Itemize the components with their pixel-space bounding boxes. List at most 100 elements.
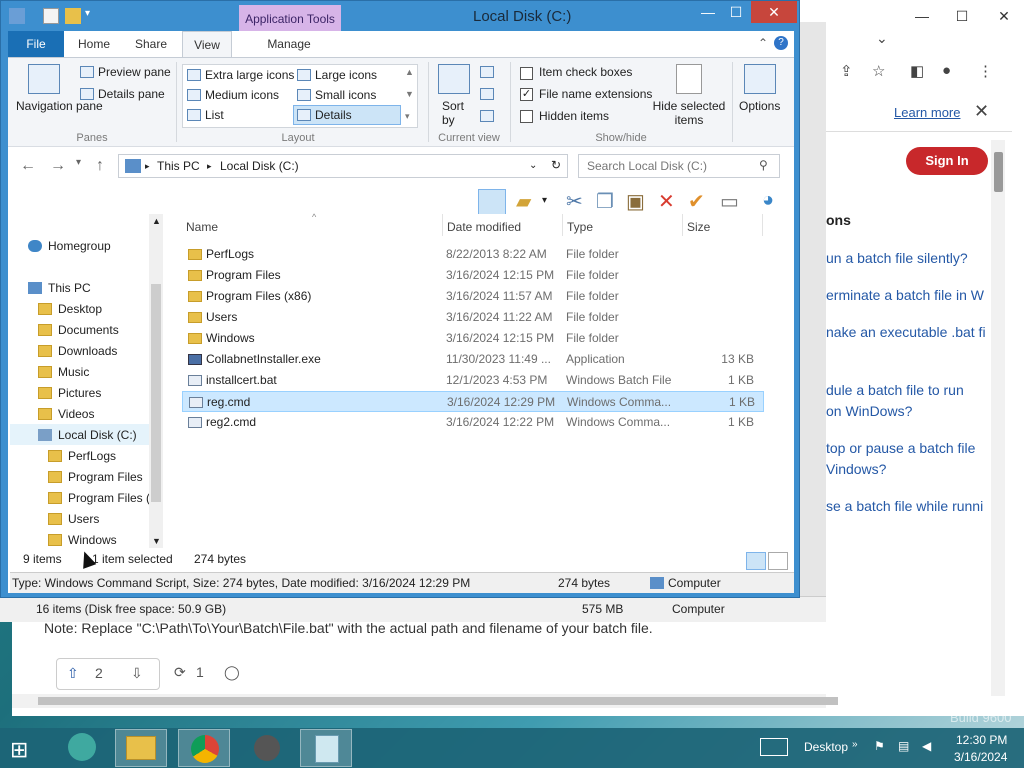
tab-file[interactable]: File [8, 31, 64, 57]
clock-time[interactable]: 12:30 PM [956, 733, 1007, 747]
navigation-pane-icon[interactable] [28, 64, 60, 94]
options-icon[interactable] [744, 64, 776, 94]
start-icon[interactable]: ⊞ [10, 737, 28, 763]
browser-minimize-button[interactable]: — [902, 8, 942, 28]
question-link[interactable]: se a batch file while runni [826, 496, 992, 517]
share-icon[interactable]: ⇪ [840, 62, 853, 80]
question-link[interactable]: nake an executable .bat fi [826, 322, 992, 343]
new-folder-icon[interactable] [65, 8, 81, 24]
nav-documents[interactable]: Documents [38, 320, 119, 340]
tab-dropdown-icon[interactable]: ⌄ [876, 30, 888, 47]
taskbar-app[interactable] [240, 729, 292, 767]
nav-desktop[interactable]: Desktop [38, 299, 102, 319]
sign-in-button[interactable]: Sign In [906, 147, 988, 175]
options-button[interactable]: Options [739, 99, 780, 113]
nav-homegroup[interactable]: Homegroup [28, 236, 111, 256]
nav-downloads[interactable]: Downloads [38, 341, 117, 361]
column-date-modified[interactable]: Date modified [447, 220, 521, 234]
checkmark-icon[interactable]: ✔ [688, 189, 705, 214]
keyboard-icon[interactable] [760, 738, 788, 756]
tab-manage[interactable]: Manage [252, 31, 326, 57]
help-icon[interactable]: ? [774, 36, 788, 50]
volume-icon[interactable]: ◀ [922, 739, 931, 753]
gallery-up-icon[interactable]: ▲ [405, 67, 414, 77]
file-row[interactable]: Windows 3/16/2024 12:15 PM File folder [182, 328, 764, 349]
rename-icon[interactable]: ▭ [720, 189, 739, 214]
layout-extra-large-icons[interactable]: Extra large icons [205, 68, 294, 82]
file-row[interactable]: CollabnetInstaller.exe 11/30/2023 11:49 .… [182, 349, 764, 370]
search-icon[interactable]: ⚲ [759, 158, 768, 172]
preview-pane-button[interactable]: Preview pane [98, 65, 171, 79]
nav-program-files-x86[interactable]: Program Files ( [48, 488, 150, 508]
nav-windows[interactable]: Windows [48, 530, 117, 550]
back-icon[interactable]: ← [20, 157, 36, 175]
breadcrumb-this-pc[interactable]: This PC [157, 159, 200, 173]
globe-icon[interactable]: ◕ [762, 189, 774, 212]
folder-options-icon[interactable]: ▰ [516, 189, 531, 214]
taskbar-notepad[interactable] [300, 729, 352, 767]
qat-dropdown-icon[interactable]: ▾ [85, 8, 101, 24]
column-size[interactable]: Size [687, 220, 710, 234]
taskbar-ie[interactable] [56, 729, 108, 767]
layout-details[interactable]: Details [315, 108, 352, 122]
nav-music[interactable]: Music [38, 362, 89, 382]
address-dropdown-icon[interactable]: ⌄ [529, 160, 537, 171]
question-link[interactable]: top or pause a batch file [826, 438, 992, 459]
gallery-down-icon[interactable]: ▼ [405, 89, 414, 99]
taskbar-chrome[interactable] [178, 729, 230, 767]
search-input[interactable]: Search Local Disk (C:) [587, 159, 707, 173]
search-box[interactable]: Search Local Disk (C:) ⚲ [578, 154, 780, 178]
file-row[interactable]: PerfLogs 8/22/2013 8:22 AM File folder [182, 244, 764, 265]
properties-icon[interactable] [43, 8, 59, 24]
comment-icon[interactable]: ◯ [224, 664, 240, 681]
question-link[interactable]: erminate a batch file in W [826, 285, 992, 306]
question-link[interactable]: un a batch file silently? [826, 248, 992, 269]
browser-close-button[interactable]: ✕ [984, 8, 1024, 28]
preview-pane-toggle-icon[interactable] [478, 189, 506, 215]
scroll-up-icon[interactable]: ▲ [152, 216, 161, 226]
layout-large-icons[interactable]: Large icons [315, 68, 377, 82]
browser-maximize-button[interactable]: ☐ [942, 8, 982, 28]
repost-icon[interactable]: ⟳ [174, 664, 186, 681]
nav-pictures[interactable]: Pictures [38, 383, 101, 403]
hidden-items-checkbox[interactable] [520, 110, 533, 123]
sort-by-icon[interactable] [438, 64, 470, 94]
navigation-pane-button[interactable]: Navigation pane [16, 99, 103, 113]
downvote-icon[interactable]: ⇩ [131, 665, 143, 682]
bookmark-star-icon[interactable]: ☆ [872, 62, 885, 80]
details-pane-button[interactable]: Details pane [98, 87, 165, 101]
paste-icon[interactable]: ▣ [626, 189, 645, 214]
browser-scrollbar[interactable] [991, 140, 1005, 696]
add-columns-icon[interactable] [480, 88, 494, 100]
breadcrumb-local-disk[interactable]: Local Disk (C:) [220, 159, 299, 173]
sort-by-button[interactable]: Sort by [442, 99, 472, 127]
details-view-button[interactable] [746, 552, 766, 570]
layout-medium-icons[interactable]: Medium icons [205, 88, 279, 102]
minimize-button[interactable]: — [695, 1, 721, 23]
flag-icon[interactable]: ⚑ [874, 739, 885, 753]
profile-icon[interactable]: ● [942, 62, 951, 79]
file-row[interactable]: installcert.bat 12/1/2023 4:53 PM Windows … [182, 370, 764, 391]
hide-selected-items-button[interactable]: Hide selected items [652, 99, 726, 127]
layout-list[interactable]: List [205, 108, 224, 122]
clock-date[interactable]: 3/16/2024 [954, 750, 1007, 764]
file-row[interactable]: Program Files (x86) 3/16/2024 11:57 AM Fil… [182, 286, 764, 307]
learn-more-link[interactable]: Learn more [894, 105, 960, 120]
cut-icon[interactable]: ✂ [566, 189, 583, 214]
item-check-boxes-label[interactable]: Item check boxes [539, 65, 632, 79]
scroll-down-icon[interactable]: ▼ [152, 536, 161, 546]
column-type[interactable]: Type [567, 220, 593, 234]
file-name-extensions-checkbox[interactable]: ✓ [520, 88, 533, 101]
question-link[interactable]: Vindows? [826, 459, 992, 480]
nav-scrollbar[interactable]: ▲ ▼ [149, 214, 163, 550]
hidden-items-label[interactable]: Hidden items [539, 109, 609, 123]
delete-icon[interactable]: ✕ [658, 189, 675, 214]
tab-share[interactable]: Share [126, 31, 176, 57]
horizontal-scrollbar[interactable] [12, 694, 838, 708]
menu-icon[interactable]: ⋮ [978, 62, 993, 80]
group-by-icon[interactable] [480, 66, 494, 78]
size-columns-icon[interactable] [480, 110, 494, 122]
question-link[interactable]: on WinDows? [826, 401, 992, 422]
nav-videos[interactable]: Videos [38, 404, 94, 424]
tab-view[interactable]: View [182, 31, 232, 57]
